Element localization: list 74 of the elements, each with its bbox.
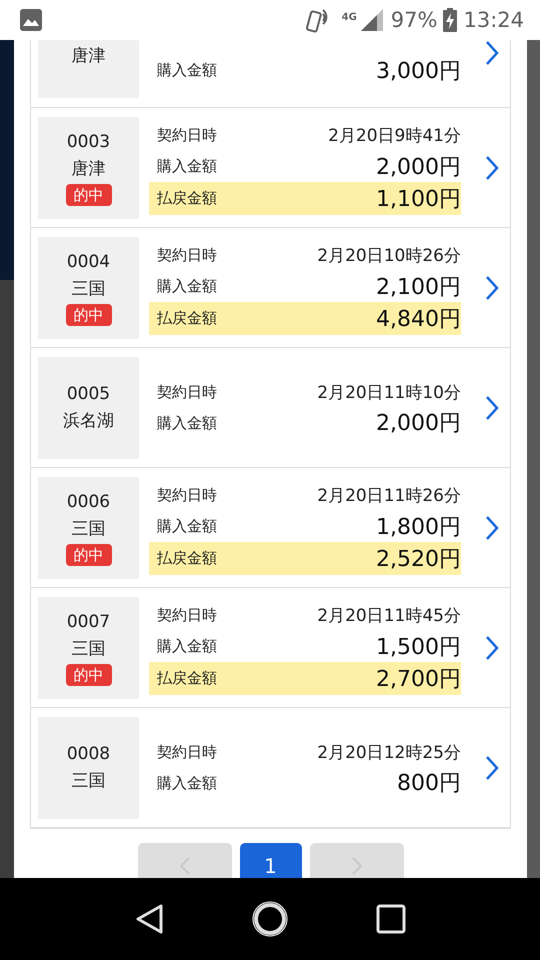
chevron-right-icon: [485, 634, 499, 660]
bet-list-row[interactable]: 0007 三国 的中 契約日時 2月20日11時45分 購入金額 1,500円 払戻金額 2,700円: [31, 588, 510, 708]
bet-list-row[interactable]: 0004 三国 的中 契約日時 2月20日10時26分 購入金額 2,100円 払戻金額 4,840円: [31, 228, 510, 348]
date-label: 契約日時: [157, 382, 217, 402]
bet-number: 0004: [66, 250, 110, 274]
contract-date: 2月20日11時26分: [317, 485, 461, 507]
payout-amount: 1,100円: [376, 186, 461, 214]
hit-badge: 的中: [66, 184, 112, 206]
payout-label: 払戻金額: [157, 189, 217, 208]
purchase-amount: 2,100円: [376, 274, 461, 302]
date-label: 契約日時: [157, 126, 217, 145]
hit-badge: 的中: [66, 544, 112, 566]
bet-number: 0003: [66, 130, 110, 154]
bet-number: 0007: [66, 610, 110, 634]
venue-name: 唐津: [72, 158, 106, 180]
venue-name: 三国: [72, 518, 106, 540]
purchase-amount: 2,000円: [376, 154, 461, 182]
purchase-label: 購入金額: [157, 414, 217, 432]
date-label: 契約日時: [157, 486, 217, 505]
venue-name: 三国: [72, 638, 106, 660]
bet-list-row[interactable]: 0005 浜名湖 契約日時 2月20日11時10分 購入金額 2,000円: [31, 348, 510, 468]
chevron-right-icon: [485, 154, 499, 180]
contract-date: 2月20日12時25分: [317, 742, 461, 764]
contract-date: 2月20日10時26分: [317, 245, 461, 267]
payout-amount: 4,840円: [376, 306, 461, 334]
purchase-label: 購入金額: [157, 637, 217, 656]
purchase-amount: 1,800円: [376, 514, 461, 542]
payout-amount: 2,520円: [376, 546, 461, 574]
payout-label: 払戻金額: [157, 549, 217, 568]
network-type: 4G: [342, 12, 357, 23]
purchase-amount: 800円: [397, 770, 461, 798]
bet-list-row[interactable]: 0003 唐津 的中 契約日時 2月20日9時41分 購入金額 2,000円 払戻金額 1,100円: [31, 108, 510, 228]
date-label: 契約日時: [157, 246, 217, 265]
date-label: 契約日時: [157, 606, 217, 625]
bet-number: 0005: [66, 382, 110, 406]
venue-name: 三国: [72, 278, 106, 300]
purchase-amount: 1,500円: [376, 634, 461, 662]
battery-charging-icon: [443, 8, 458, 32]
recent-apps-icon[interactable]: [376, 904, 406, 934]
hit-badge: 的中: [66, 304, 112, 326]
bet-number: 0008: [66, 742, 110, 766]
hit-badge: 的中: [66, 664, 112, 686]
chevron-right-icon: [485, 514, 499, 540]
venue-name: 唐津: [72, 45, 106, 68]
image-icon: [20, 9, 42, 31]
home-icon[interactable]: [250, 900, 289, 938]
contract-date: 2月20日11時45分: [317, 605, 461, 627]
bet-number: 0006: [66, 490, 110, 514]
payout-amount: 2,700円: [376, 666, 461, 694]
chevron-right-icon: [485, 394, 499, 420]
venue-name: 三国: [72, 770, 106, 792]
payout-label: 払戻金額: [157, 309, 217, 328]
page-button[interactable]: 1: [240, 843, 302, 878]
purchase-label: 購入金額: [157, 61, 217, 80]
purchase-amount: 2,000円: [376, 410, 461, 438]
date-label: 契約日時: [157, 742, 217, 762]
purchase-label: 購入金額: [157, 277, 217, 296]
purchase-amount: 3,000円: [376, 58, 461, 86]
chevron-right-icon: [485, 274, 499, 300]
purchase-label: 購入金額: [157, 774, 217, 792]
bet-list-row[interactable]: 0006 三国 的中 契約日時 2月20日11時26分 購入金額 1,800円 払戻金額 2,520円: [31, 468, 510, 588]
chevron-right-icon: [485, 40, 499, 66]
purchase-label: 購入金額: [157, 157, 217, 176]
contract-date: 2月20日11時10分: [317, 382, 461, 404]
venue-name: 浜名湖: [63, 410, 114, 432]
bet-list-row[interactable]: 0008 三国 契約日時 2月20日12時25分 購入金額 800円: [31, 708, 510, 828]
contract-date: 2月20日9時41分: [328, 125, 461, 147]
payout-label: 払戻金額: [157, 669, 217, 688]
chevron-right-icon: [485, 754, 499, 780]
clock: 13:24: [463, 8, 524, 32]
purchase-label: 購入金額: [157, 517, 217, 536]
back-icon[interactable]: [134, 903, 164, 935]
battery-percent: 97%: [390, 8, 438, 32]
bet-list-row[interactable]: 唐津 購入金額 3,000円: [31, 40, 510, 108]
